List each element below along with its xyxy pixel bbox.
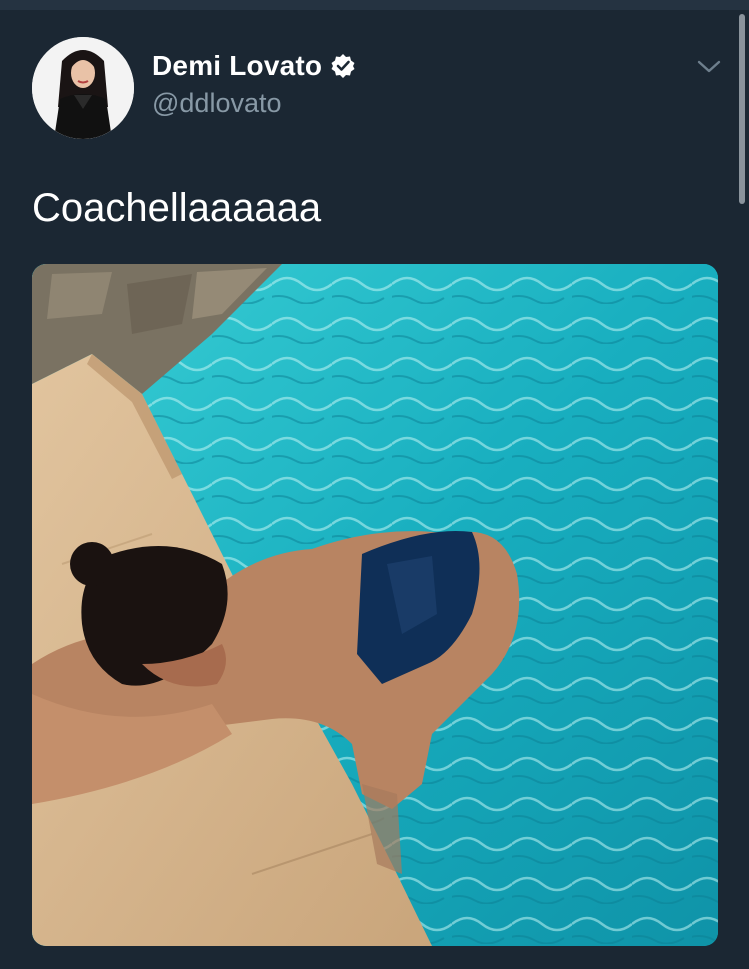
top-bar (0, 0, 749, 10)
profile-photo-icon (32, 37, 134, 139)
photo-icon (32, 264, 718, 946)
tweet-text: Coachellaaaaaa (32, 186, 322, 230)
author-name-row[interactable]: Demi Lovato (152, 50, 356, 82)
chevron-down-icon[interactable] (696, 58, 722, 76)
avatar[interactable] (32, 37, 134, 139)
tweet-detail-view: Demi Lovato @ddlovato Coachellaaaaaa (0, 0, 749, 969)
scrollbar[interactable] (739, 14, 745, 204)
display-name[interactable]: Demi Lovato (152, 50, 322, 82)
verified-badge-icon (331, 54, 355, 78)
tweet-photo[interactable] (32, 264, 718, 946)
author-handle[interactable]: @ddlovato (152, 88, 282, 119)
